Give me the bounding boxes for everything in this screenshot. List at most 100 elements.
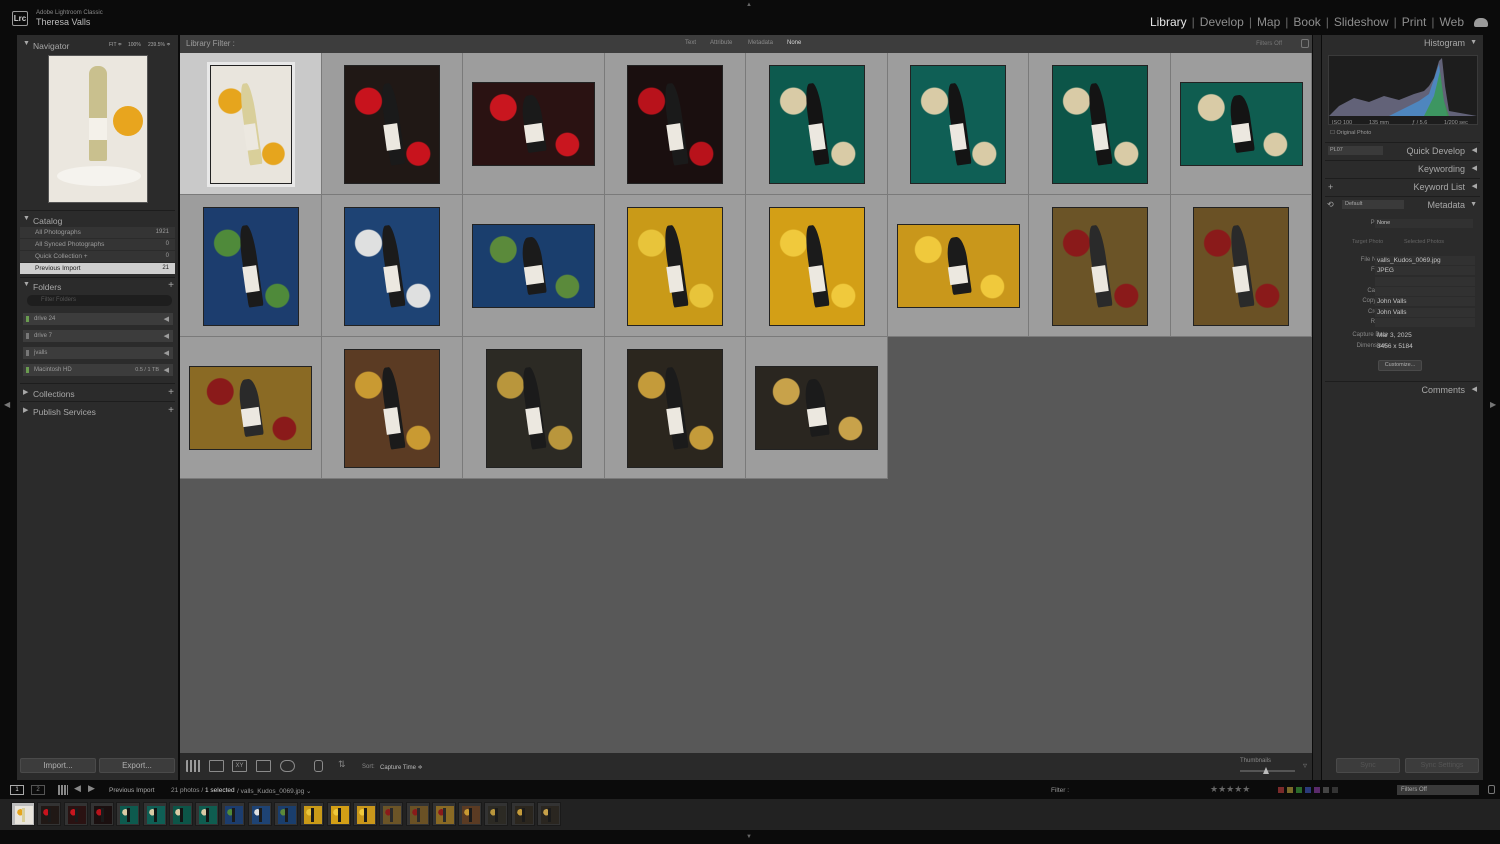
expand-volume-icon[interactable]: ◀ <box>164 366 169 374</box>
filmstrip-thumbnail[interactable] <box>326 802 351 826</box>
volume-item[interactable]: drive 24 ◀ <box>23 313 173 325</box>
secondary-window-button[interactable]: 2 <box>31 785 45 795</box>
collapse-filmstrip-icon[interactable]: ▼ <box>746 834 752 840</box>
volume-item[interactable]: Macintosh HD 0.5 / 1 TB ◀ <box>23 364 173 376</box>
sync-metadata-icon[interactable]: ⟲ <box>1327 197 1334 213</box>
filmstrip-thumbnail[interactable] <box>63 802 88 826</box>
filmstrip-thumbnail[interactable] <box>510 802 535 826</box>
metadata-field-value[interactable] <box>1375 317 1475 327</box>
expand-volume-icon[interactable]: ◀ <box>164 315 169 323</box>
filmstrip-thumbnail[interactable] <box>221 802 246 826</box>
grid-view[interactable] <box>180 53 1312 753</box>
keyword-list-header[interactable]: + Keyword List ◀ <box>1322 179 1483 195</box>
filmstrip-thumbnail[interactable] <box>379 802 404 826</box>
zoom-custom[interactable]: 239.5% ≑ <box>148 42 171 48</box>
module-print[interactable]: Print <box>1402 15 1427 29</box>
photo-thumbnail[interactable] <box>769 65 864 183</box>
photo-thumbnail[interactable] <box>769 207 864 325</box>
metadata-preset-select[interactable]: None <box>1375 219 1473 228</box>
filmstrip-thumbnail[interactable] <box>484 802 509 826</box>
sort-select[interactable]: Capture Time ≑ <box>380 764 423 771</box>
grid-cell[interactable] <box>1170 53 1312 195</box>
grid-cell[interactable] <box>463 53 605 195</box>
navigator-header[interactable]: ▼ Navigator FIT ≑ 100% 239.5% ≑ <box>17 37 178 53</box>
grid-cell[interactable] <box>180 195 322 337</box>
photo-thumbnail[interactable] <box>473 83 595 165</box>
collapse-right-panel-icon[interactable]: ▶ <box>1490 400 1496 409</box>
collections-header[interactable]: ▶ Collections + <box>17 385 178 401</box>
filmstrip-source[interactable]: Previous Import <box>109 787 155 794</box>
module-map[interactable]: Map <box>1257 15 1280 29</box>
catalog-header[interactable]: ▼ Catalog <box>17 212 178 228</box>
keywording-header[interactable]: Keywording ◀ <box>1322 161 1483 177</box>
module-develop[interactable]: Develop <box>1200 15 1244 29</box>
photo-thumbnail[interactable] <box>345 207 440 325</box>
rating-filter-stars[interactable]: ★★★★★ <box>1210 784 1250 795</box>
painter-icon[interactable] <box>314 760 323 772</box>
sync-settings-button[interactable]: Sync Settings <box>1405 758 1479 773</box>
grid-cell[interactable] <box>180 53 322 195</box>
comments-header[interactable]: Comments ◀ <box>1322 382 1483 398</box>
original-photo-checkbox[interactable]: ☐ Original Photo <box>1330 130 1371 136</box>
add-collection-icon[interactable]: + <box>168 387 174 398</box>
filmstrip-thumbnail[interactable] <box>195 802 220 826</box>
metadata-field-value[interactable] <box>1375 286 1475 296</box>
grid-cell[interactable] <box>321 337 463 479</box>
collapse-left-panel-icon[interactable]: ◀ <box>4 400 10 409</box>
people-view-icon[interactable] <box>280 760 295 772</box>
grid-scrollbar[interactable] <box>1313 35 1321 780</box>
filmstrip-thumbnail[interactable] <box>274 802 298 826</box>
volume-item[interactable]: drive 7 ◀ <box>23 330 173 342</box>
photo-thumbnail[interactable] <box>1180 83 1302 165</box>
customize-button[interactable]: Customize... <box>1378 360 1422 371</box>
photo-thumbnail[interactable] <box>628 349 723 467</box>
collapse-top-panel-icon[interactable]: ▲ <box>746 2 752 8</box>
photo-thumbnail[interactable] <box>345 349 440 467</box>
grid-cell[interactable] <box>463 195 605 337</box>
volume-item[interactable]: jvalls ◀ <box>23 347 173 359</box>
photo-thumbnail[interactable] <box>190 367 312 449</box>
grid-cell[interactable] <box>604 53 746 195</box>
photo-thumbnail[interactable] <box>1052 65 1147 183</box>
grid-view-icon[interactable] <box>58 785 68 795</box>
target-photo-tab[interactable]: Target Photo <box>1352 239 1383 245</box>
add-keyword-icon[interactable]: + <box>1328 179 1333 195</box>
photo-thumbnail[interactable] <box>345 65 440 183</box>
main-window-button[interactable]: 1 <box>10 785 24 795</box>
grid-view-icon[interactable] <box>186 760 201 772</box>
filter-text-option[interactable]: Text <box>685 40 696 46</box>
add-publish-service-icon[interactable]: + <box>168 405 174 416</box>
grid-cell[interactable] <box>746 195 888 337</box>
photo-thumbnail[interactable] <box>210 65 291 183</box>
grid-cell[interactable] <box>887 53 1029 195</box>
compare-view-icon[interactable]: XY <box>232 760 247 772</box>
metadata-field-value[interactable]: valls_Kudos_0069.jpg <box>1375 256 1475 265</box>
filmstrip-thumbnail[interactable] <box>352 802 377 826</box>
selected-file-path[interactable]: / valls_Kudos_0069.jpg ⌄ <box>237 787 311 795</box>
grid-cell[interactable] <box>180 337 322 479</box>
metadata-set-select[interactable]: Default <box>1342 200 1404 209</box>
filter-metadata-option[interactable]: Metadata <box>748 40 773 46</box>
filmstrip-thumbnail[interactable] <box>458 802 483 826</box>
metadata-field-value[interactable] <box>1375 276 1475 286</box>
photo-thumbnail[interactable] <box>628 207 723 325</box>
photo-thumbnail[interactable] <box>756 367 878 449</box>
photo-thumbnail[interactable] <box>911 65 1006 183</box>
catalog-item[interactable]: Previous Import 21 <box>20 263 175 274</box>
survey-view-icon[interactable] <box>256 760 271 772</box>
filmstrip-thumbnail[interactable] <box>247 802 272 826</box>
back-arrow-icon[interactable]: ◀ <box>74 783 81 794</box>
photo-thumbnail[interactable] <box>897 225 1019 307</box>
grid-cell[interactable] <box>1029 195 1171 337</box>
sort-direction-icon[interactable]: ⇅ <box>338 759 351 771</box>
filter-presets-status[interactable]: Filters Off <box>1256 41 1282 47</box>
grid-cell[interactable] <box>1029 53 1171 195</box>
grid-cell[interactable] <box>463 337 605 479</box>
catalog-item[interactable]: All Synced Photographs 0 <box>20 239 175 250</box>
grid-cell[interactable] <box>321 53 463 195</box>
filmstrip-filter-select[interactable]: Filters Off <box>1397 785 1479 795</box>
filmstrip-thumbnail[interactable] <box>116 802 141 826</box>
filmstrip-thumbnail[interactable] <box>142 802 167 826</box>
metadata-field-value[interactable]: JPEG <box>1375 266 1475 276</box>
module-library[interactable]: Library <box>1150 15 1187 29</box>
